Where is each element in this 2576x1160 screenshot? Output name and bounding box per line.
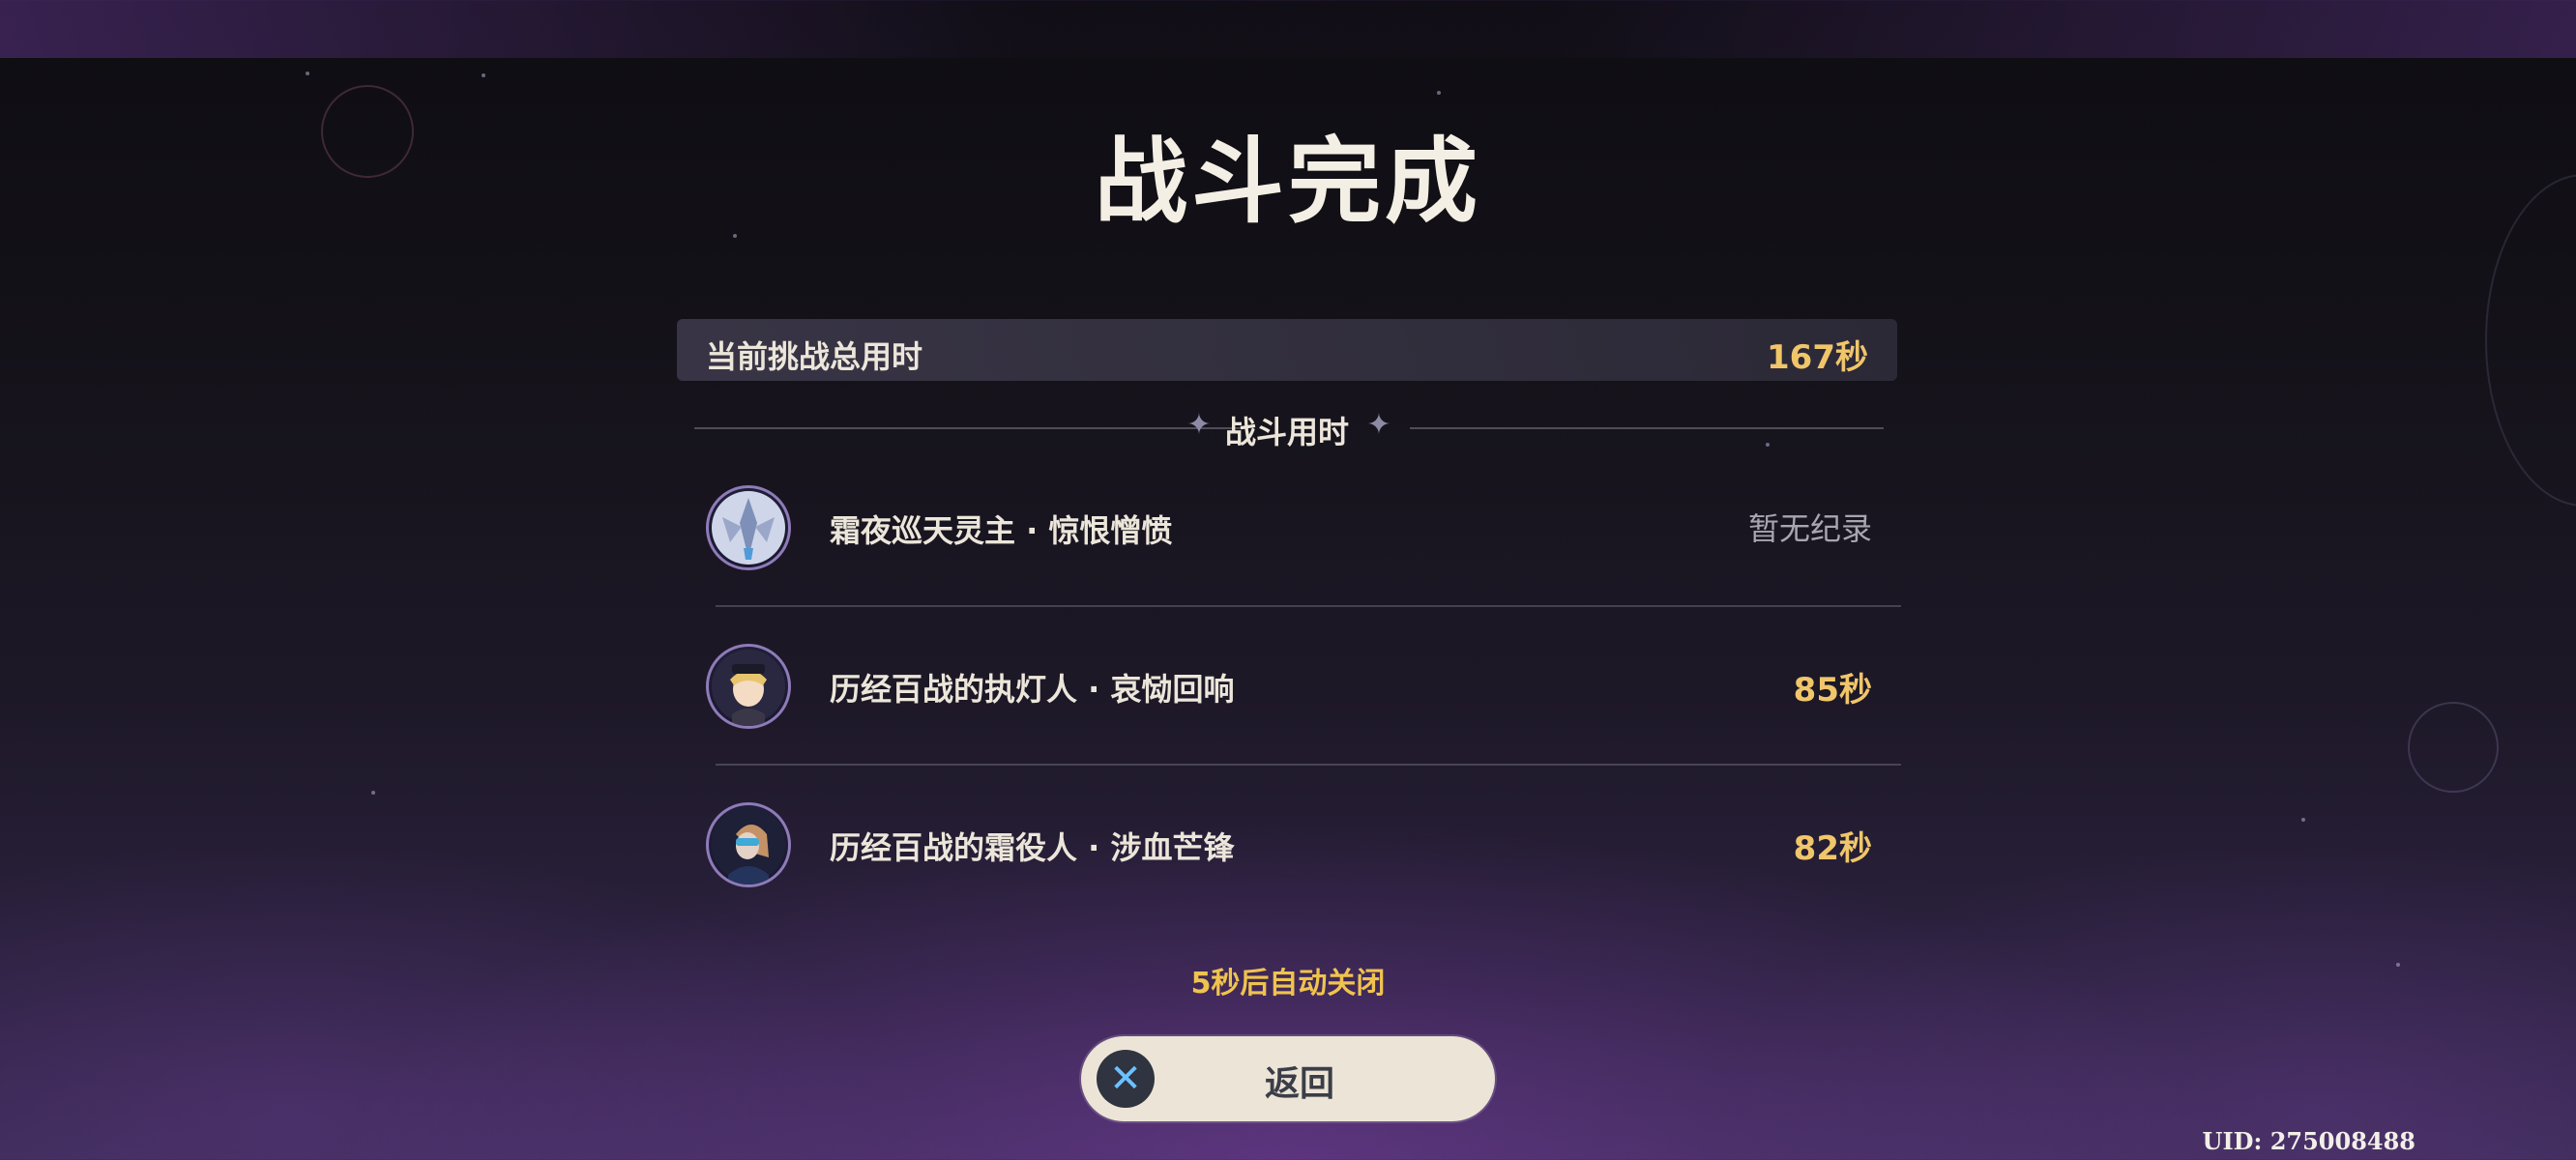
row-divider: [716, 605, 1901, 607]
battle-time: 85秒: [1793, 671, 1872, 710]
lantern-bearer-portrait: [706, 644, 791, 729]
battle-name: 历经百战的霜役人 · 涉血芒锋: [830, 829, 1235, 866]
sparkle-icon: ✦: [1186, 408, 1212, 442]
back-button[interactable]: ✕ 返回: [1081, 1036, 1495, 1121]
section-title: 战斗用时: [1224, 414, 1349, 450]
divider-line: [694, 427, 1247, 429]
frost-operative-portrait: [706, 802, 791, 887]
total-time-value: 167秒: [1767, 338, 1868, 377]
sparkle-icon: ✦: [1366, 408, 1391, 442]
top-glow-decoration: [0, 0, 2576, 58]
divider-line: [1410, 427, 1884, 429]
battle-row: 历经百战的霜役人 · 涉血芒锋 82秒: [706, 768, 1901, 924]
star-decoration: [371, 791, 375, 795]
total-time-bar: 当前挑战总用时 167秒: [677, 319, 1897, 381]
boss-crest-icon: [706, 485, 791, 570]
page-title: 战斗完成: [1095, 128, 1481, 236]
uid-label: UID: 275008488: [2202, 1127, 2415, 1155]
back-button-label: 返回: [1264, 1064, 1334, 1104]
star-decoration: [482, 73, 485, 77]
star-decoration: [2301, 818, 2305, 822]
star-decoration: [1437, 91, 1441, 95]
row-divider: [716, 764, 1901, 766]
section-header: ✦ 战斗用时 ✦: [677, 400, 1897, 454]
ring-decoration: [2408, 702, 2499, 793]
battle-name: 霜夜巡天灵主 · 惊恨憎愤: [830, 512, 1173, 549]
star-decoration: [306, 72, 309, 75]
total-time-label: 当前挑战总用时: [706, 338, 923, 375]
battle-row: 霜夜巡天灵主 · 惊恨憎愤 暂无纪录: [706, 450, 1901, 607]
battle-name: 历经百战的执灯人 · 哀恸回响: [830, 671, 1235, 708]
battle-row: 历经百战的执灯人 · 哀恸回响 85秒: [706, 609, 1901, 766]
battle-time: 暂无纪录: [1747, 510, 1872, 547]
auto-close-notice: 5秒后自动关闭: [1190, 967, 1386, 1000]
battle-time: 82秒: [1793, 829, 1872, 868]
